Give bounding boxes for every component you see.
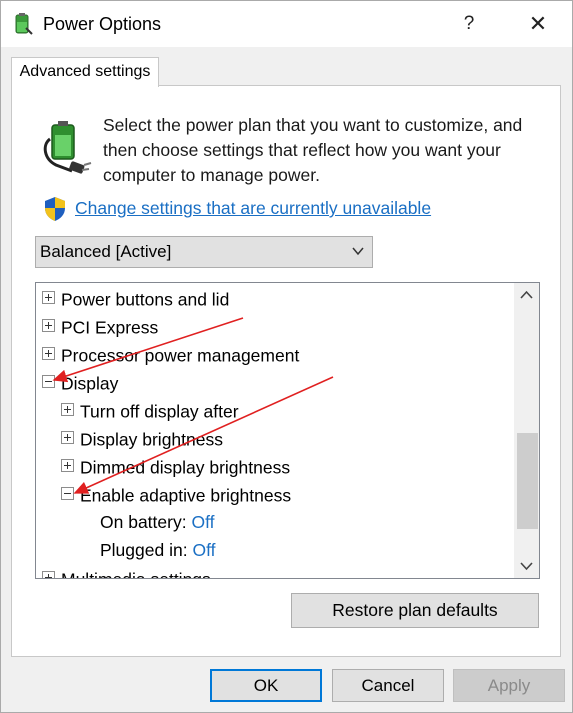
expand-icon[interactable] xyxy=(61,430,74,444)
uac-shield-icon xyxy=(45,197,65,221)
expand-icon[interactable] xyxy=(42,570,55,578)
scroll-thumb[interactable] xyxy=(517,433,538,529)
ok-button[interactable]: OK xyxy=(210,669,322,702)
expand-icon[interactable] xyxy=(42,318,55,332)
title-bar[interactable]: Power Options ? ✕ xyxy=(1,1,572,47)
collapse-icon[interactable] xyxy=(61,486,74,500)
expand-icon[interactable] xyxy=(42,346,55,360)
window-title: Power Options xyxy=(43,14,162,34)
power-options-icon xyxy=(15,13,33,35)
chevron-down-icon xyxy=(352,247,364,256)
tree-item-display-brightness[interactable]: Display brightness xyxy=(61,424,531,452)
scroll-down-icon[interactable] xyxy=(514,553,539,578)
plugged-in-label: Plugged in: xyxy=(100,540,188,560)
on-battery-label: On battery: xyxy=(100,512,187,532)
expand-icon[interactable] xyxy=(61,402,74,416)
tree-item-display[interactable]: Display xyxy=(42,368,512,396)
tree-item-multimedia[interactable]: Multimedia settings xyxy=(42,564,512,578)
tree-item-turn-off-display[interactable]: Turn off display after xyxy=(61,396,531,424)
apply-button: Apply xyxy=(453,669,565,702)
setting-on-battery[interactable]: On battery: Off xyxy=(100,508,214,536)
tree-item-dimmed-brightness[interactable]: Dimmed display brightness xyxy=(61,452,531,480)
tree-scrollbar[interactable] xyxy=(514,283,539,578)
power-options-window: Power Options ? ✕ Advanced settings Sele… xyxy=(0,0,573,713)
description-text: Select the power plan that you want to c… xyxy=(103,115,523,185)
tree-item-power-buttons[interactable]: Power buttons and lid xyxy=(42,284,512,312)
power-plan-value: Balanced [Active] xyxy=(40,242,172,261)
expand-icon[interactable] xyxy=(61,458,74,472)
settings-tree[interactable]: Power buttons and lid PCI Express Proces… xyxy=(35,282,540,579)
expand-icon[interactable] xyxy=(42,290,55,304)
tree-item-pci-express[interactable]: PCI Express xyxy=(42,312,512,340)
on-battery-value[interactable]: Off xyxy=(191,512,214,532)
restore-plan-defaults-button[interactable]: Restore plan defaults xyxy=(291,593,539,628)
scroll-up-icon[interactable] xyxy=(514,283,539,308)
advanced-settings-panel: Select the power plan that you want to c… xyxy=(11,85,561,657)
change-settings-link[interactable]: Change settings that are currently unava… xyxy=(75,198,431,219)
collapse-icon[interactable] xyxy=(42,374,55,388)
power-plan-dropdown[interactable]: Balanced [Active] xyxy=(35,236,373,268)
tab-advanced-settings[interactable]: Advanced settings xyxy=(11,57,159,87)
help-button[interactable]: ? xyxy=(457,11,481,37)
battery-plug-icon xyxy=(43,121,92,174)
close-button[interactable]: ✕ xyxy=(523,10,553,38)
setting-plugged-in[interactable]: Plugged in: Off xyxy=(100,536,215,564)
tree-item-adaptive-brightness[interactable]: Enable adaptive brightness xyxy=(61,480,531,508)
cancel-button[interactable]: Cancel xyxy=(332,669,444,702)
tree-item-processor-power[interactable]: Processor power management xyxy=(42,340,512,368)
plugged-in-value[interactable]: Off xyxy=(192,540,215,560)
